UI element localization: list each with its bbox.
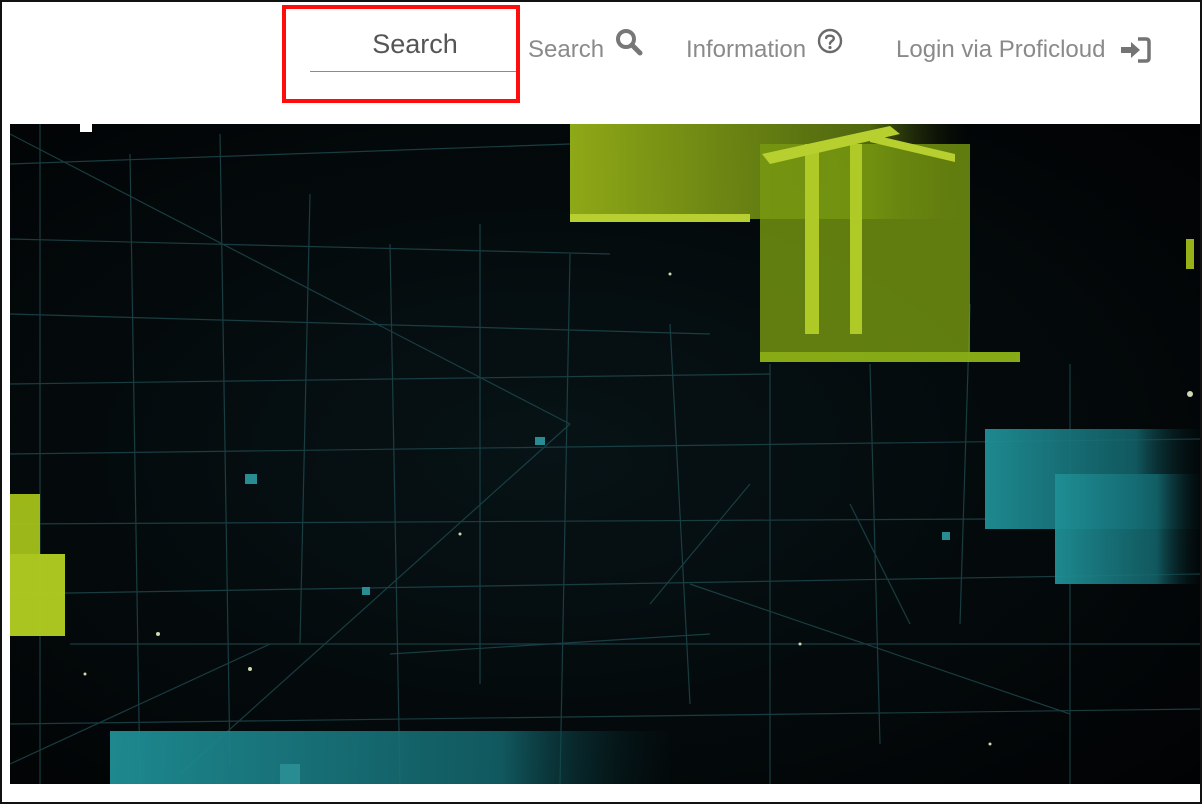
information-link-label: Information: [686, 36, 807, 63]
login-proficloud-link[interactable]: Login via Proficloud: [896, 32, 1152, 68]
information-link[interactable]: Information: [686, 28, 844, 68]
search-link[interactable]: Search: [528, 29, 644, 68]
page-frame: Search Information Login via Proficloud: [0, 0, 1202, 804]
search-highlight-box: [282, 5, 520, 103]
digital-cubes-illustration: [10, 124, 1200, 784]
login-link-label: Login via Proficloud: [896, 36, 1106, 63]
top-header: Search Information Login via Proficloud: [2, 2, 1200, 124]
question-circle-icon: [816, 27, 844, 55]
search-link-label: Search: [528, 36, 605, 63]
hero-banner-image: [10, 124, 1200, 784]
search-icon: [614, 27, 644, 57]
sign-in-icon: [1119, 36, 1152, 64]
